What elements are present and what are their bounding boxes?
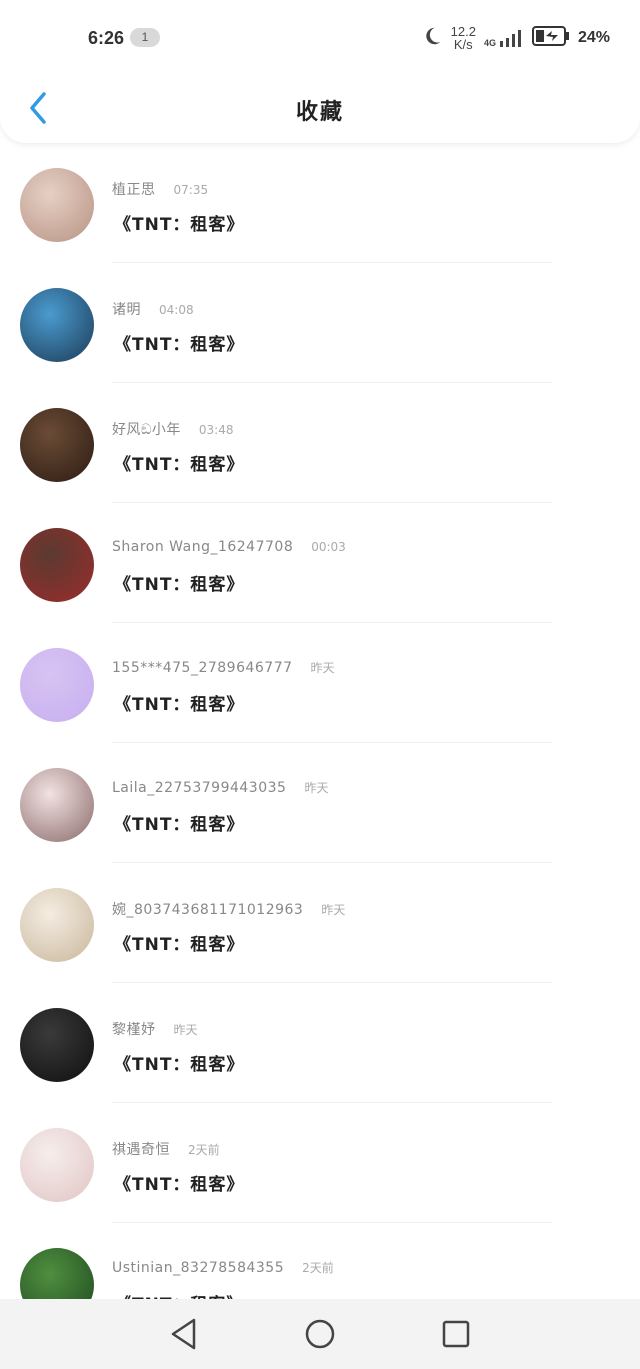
nav-home-button[interactable] <box>299 1313 341 1355</box>
header-card: 6:26 1 12.2 K/s 4G 24% 收藏 <box>0 0 640 143</box>
item-time: 00:03 <box>311 540 346 554</box>
user-name: 黎槿妤 <box>112 1022 156 1038</box>
avatar[interactable] <box>20 1128 94 1202</box>
list-item[interactable]: 155***475_2789646777 昨天 《TNT：租客》 <box>0 623 640 743</box>
item-time: 03:48 <box>198 423 234 437</box>
item-meta: Ustinian_83278584355 2天前 <box>112 1259 334 1276</box>
square-recents-icon <box>442 1320 470 1348</box>
speed-unit: K/s <box>453 37 473 52</box>
item-time: 07:35 <box>173 183 209 197</box>
avatar[interactable] <box>20 528 94 602</box>
notification-badge: 1 <box>130 28 160 47</box>
status-time: 6:26 <box>88 28 125 48</box>
circle-home-icon <box>305 1319 335 1349</box>
battery-percent: 24% <box>577 29 610 46</box>
list-item[interactable]: 植正思 07:35 《TNT：租客》 <box>0 143 640 263</box>
list-item[interactable]: 黎槿妤 昨天 《TNT：租客》 <box>0 983 640 1103</box>
system-navigation-bar <box>0 1299 640 1369</box>
user-name: 诸明 <box>112 302 141 318</box>
item-meta: 155***475_2789646777 昨天 <box>112 659 335 676</box>
list-item[interactable]: 祺遇奇恒 2天前 《TNT：租客》 <box>0 1103 640 1223</box>
avatar[interactable] <box>20 288 94 362</box>
item-time: 04:08 <box>159 303 194 317</box>
avatar[interactable] <box>20 888 94 962</box>
item-time: 昨天 <box>321 903 346 917</box>
avatar[interactable] <box>20 168 94 242</box>
nav-recents-button[interactable] <box>435 1313 477 1355</box>
list-item[interactable]: Sharon Wang_16247708 00:03 《TNT：租客》 <box>0 503 640 623</box>
user-name: 植正思 <box>112 182 156 198</box>
avatar[interactable] <box>20 1248 94 1299</box>
item-title: 《TNT：租客》 <box>114 695 245 715</box>
user-name: Ustinian_83278584355 <box>112 1260 285 1276</box>
item-title: 《TNT：租客》 <box>114 1175 245 1195</box>
list-item[interactable]: Ustinian_83278584355 2天前 《TNT：租客》 <box>0 1223 640 1299</box>
signal-icon: 4G <box>484 28 524 48</box>
list-item[interactable]: 婉_803743681171012963 昨天 《TNT：租客》 <box>0 863 640 983</box>
list-item[interactable]: Laila_22753799443035 昨天 《TNT：租客》 <box>0 743 640 863</box>
user-name: 好风ඞ小年 <box>112 422 181 438</box>
item-meta: 祺遇奇恒 2天前 <box>112 1139 220 1159</box>
item-meta: 植正思 07:35 <box>112 179 208 199</box>
user-name: Sharon Wang_16247708 <box>112 539 294 555</box>
nav-back-button[interactable] <box>163 1313 205 1355</box>
item-title: 《TNT：租客》 <box>114 455 245 475</box>
status-bar: 6:26 1 12.2 K/s 4G 24% <box>0 0 640 78</box>
network-type: 4G <box>483 38 496 48</box>
item-meta: Sharon Wang_16247708 00:03 <box>112 539 346 555</box>
item-title: 《TNT：租客》 <box>114 215 245 235</box>
item-time: 昨天 <box>304 781 329 795</box>
avatar[interactable] <box>20 408 94 482</box>
favorites-list[interactable]: 植正思 07:35 《TNT：租客》 诸明 04:08 《TNT：租客》 好风ඞ… <box>0 143 640 1299</box>
item-title: 《TNT：租客》 <box>114 1290 244 1299</box>
navigation-bar: 收藏 <box>0 78 640 142</box>
item-meta: 好风ඞ小年 03:48 <box>112 419 233 439</box>
item-title: 《TNT：租客》 <box>114 575 245 595</box>
battery-icon <box>531 25 570 51</box>
list-item[interactable]: 诸明 04:08 《TNT：租客》 <box>0 263 640 383</box>
item-title: 《TNT：租客》 <box>114 815 245 835</box>
network-speed: 12.2 K/s <box>451 25 476 51</box>
avatar[interactable] <box>20 648 94 722</box>
moon-icon <box>421 25 443 51</box>
item-time: 昨天 <box>310 661 335 675</box>
page-title: 收藏 <box>295 100 344 125</box>
item-meta: Laila_22753799443035 昨天 <box>112 779 328 796</box>
item-meta: 婉_803743681171012963 昨天 <box>112 899 345 919</box>
item-time: 2天前 <box>188 1143 220 1157</box>
user-name: 婉_803743681171012963 <box>112 902 304 918</box>
list-item[interactable]: 好风ඞ小年 03:48 《TNT：租客》 <box>0 383 640 503</box>
item-title: 《TNT：租客》 <box>114 1055 245 1075</box>
user-name: 155***475_2789646777 <box>112 660 293 676</box>
user-name: Laila_22753799443035 <box>112 780 287 796</box>
item-meta: 黎槿妤 昨天 <box>112 1019 198 1039</box>
item-time: 2天前 <box>302 1261 334 1275</box>
triangle-back-icon <box>171 1318 196 1350</box>
item-meta: 诸明 04:08 <box>112 299 194 319</box>
avatar[interactable] <box>20 1008 94 1082</box>
user-name: 祺遇奇恒 <box>112 1142 170 1158</box>
item-time: 昨天 <box>173 1023 198 1037</box>
status-icons: 12.2 K/s 4G 24% <box>421 22 610 54</box>
item-title: 《TNT：租客》 <box>114 935 245 955</box>
avatar[interactable] <box>20 768 94 842</box>
item-title: 《TNT：租客》 <box>114 335 245 355</box>
